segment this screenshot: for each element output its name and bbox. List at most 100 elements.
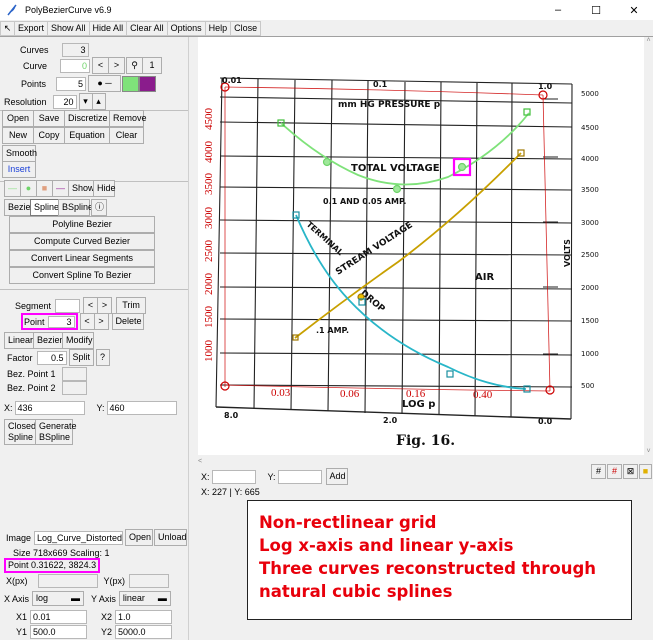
bspline-tab[interactable]: BSpline <box>58 199 93 216</box>
curve-prev-button[interactable]: < <box>92 57 110 74</box>
resolution-down-button[interactable]: ▾ <box>78 93 93 110</box>
square-style-icon[interactable]: ■ <box>36 180 53 197</box>
control-point[interactable] <box>392 184 402 194</box>
convert-linear-segments-button[interactable]: Convert Linear Segments <box>9 250 155 267</box>
segment-prev-button[interactable]: < <box>83 297 99 314</box>
linear-button[interactable]: Linear <box>4 332 34 349</box>
bezier-tab[interactable]: Bezier <box>4 199 34 216</box>
trim-button[interactable]: Trim <box>116 297 147 314</box>
minimize-button[interactable]: – <box>539 0 577 20</box>
smooth-button[interactable]: Smooth <box>2 145 37 162</box>
resolution-field[interactable]: 20 <box>52 94 77 109</box>
point-prev-button[interactable]: < <box>79 313 95 330</box>
modify-button[interactable]: Modify <box>62 332 94 349</box>
tool-icon[interactable]: ↖ <box>0 20 15 36</box>
insert-button[interactable]: Insert <box>2 161 36 178</box>
menu-export[interactable]: Export <box>14 20 49 36</box>
dash-style-icon[interactable]: — <box>52 180 69 197</box>
scroll-left-icon[interactable]: < <box>198 458 202 465</box>
scroll-up-icon[interactable]: ˄ <box>644 37 653 44</box>
x2-field[interactable]: 1.0 <box>115 610 173 624</box>
close-window-button[interactable]: ✕ <box>615 0 653 20</box>
canvas-y-field[interactable] <box>277 469 322 484</box>
x-axis-select[interactable]: log ▬ <box>32 591 85 606</box>
clear-button[interactable]: Clear <box>109 127 144 144</box>
curve-label: Curve <box>23 60 48 71</box>
image-unload-button[interactable]: Unload <box>154 529 188 546</box>
point-style-select[interactable]: ● ─ <box>88 75 122 92</box>
grid-toggle-icon[interactable]: # <box>591 464 606 479</box>
menu-show-all[interactable]: Show All <box>47 20 90 36</box>
point-highlight: Point 3 <box>21 313 78 330</box>
menu-options[interactable]: Options <box>166 20 206 36</box>
segment-next-button[interactable]: > <box>97 297 113 314</box>
amp2-label: .1 AMP. <box>316 326 349 335</box>
y-axis-select[interactable]: linear ▬ <box>118 591 171 606</box>
show-button[interactable]: Show <box>68 180 95 197</box>
y2-field[interactable]: 5000.0 <box>115 625 173 639</box>
resolution-up-button[interactable]: ▴ <box>91 93 106 110</box>
help-button[interactable]: ? <box>95 349 110 366</box>
info-icon[interactable]: ⓘ <box>91 199 107 216</box>
canvas-x-field[interactable] <box>211 469 256 484</box>
control-panel: Curves 3 Curve 0 < > ⚲ 1 Points 5 ● ─ Re… <box>0 37 188 640</box>
closed-spline-button[interactable]: Closed Spline <box>4 419 36 445</box>
remove-button[interactable]: Remove <box>109 110 147 127</box>
curve-next-button[interactable]: > <box>108 57 126 74</box>
red-grid-toggle-icon[interactable]: # <box>607 464 622 479</box>
vertical-scrollbar[interactable]: ˄ ˅ <box>644 37 653 455</box>
image-name-field[interactable]: Log_Curve_Distorted.png <box>34 530 124 545</box>
point-field[interactable]: 3 <box>47 315 75 328</box>
line-color-swatch[interactable] <box>122 75 140 92</box>
seg-bezier-button[interactable]: Bezier <box>33 332 63 349</box>
generate-bspline-button[interactable]: Generate BSpline <box>35 419 77 445</box>
bez-point2-field <box>61 381 87 395</box>
curve-index-field[interactable]: 0 <box>60 58 91 73</box>
segment-field[interactable] <box>55 298 81 313</box>
spline-tab[interactable]: Spline <box>30 199 59 216</box>
menu-close[interactable]: Close <box>230 20 262 36</box>
cursor-readout: X: 227 | Y: 665 <box>201 487 260 497</box>
red-y-tick: 3500 <box>203 173 215 196</box>
drawing-canvas[interactable]: 0.01 0.1 1.0 mm HG PRESSURE p TOTAL VOLT… <box>198 37 652 455</box>
points-field[interactable]: 5 <box>56 76 87 91</box>
y-coord-field[interactable]: 460 <box>106 401 177 415</box>
hide-button[interactable]: Hide <box>93 180 116 197</box>
fill-toggle-icon[interactable]: ■ <box>639 464 652 479</box>
factor-field[interactable]: 0.5 <box>36 350 67 365</box>
split-button[interactable]: Split <box>68 349 94 366</box>
selected-point[interactable] <box>457 162 467 172</box>
open-button[interactable]: Open <box>2 110 34 127</box>
x-coord-field[interactable]: 436 <box>14 401 85 415</box>
add-button[interactable]: Add <box>325 468 348 485</box>
point-color-swatch[interactable] <box>139 75 157 92</box>
x1-field[interactable]: 0.01 <box>30 610 88 624</box>
menu-clear-all[interactable]: Clear All <box>126 20 168 36</box>
curve-number-button[interactable]: 1 <box>142 57 163 74</box>
compute-curved-bezier-button[interactable]: Compute Curved Bezier <box>9 233 155 250</box>
line-style-icon[interactable]: — <box>4 180 21 197</box>
control-point[interactable] <box>322 157 332 167</box>
equation-button[interactable]: Equation <box>64 127 110 144</box>
polyline-bezier-button[interactable]: Polyline Bezier <box>9 216 155 233</box>
menu-help[interactable]: Help <box>204 20 232 36</box>
menu-hide-all[interactable]: Hide All <box>88 20 128 36</box>
copy-button[interactable]: Copy <box>33 127 65 144</box>
convert-spline-to-bezier-button[interactable]: Convert Spline To Bezier <box>9 267 155 284</box>
discretize-button[interactable]: Discretize <box>64 110 110 127</box>
delete-button[interactable]: Delete <box>111 313 144 330</box>
image-open-button[interactable]: Open <box>125 529 154 546</box>
snap-toggle-icon[interactable]: ⊠ <box>623 464 638 479</box>
x-axis-label: X Axis <box>4 593 30 604</box>
new-button[interactable]: New <box>2 127 34 144</box>
save-button[interactable]: Save <box>33 110 65 127</box>
control-point[interactable] <box>446 370 454 378</box>
dot-style-icon[interactable]: ● <box>20 180 37 197</box>
point-next-button[interactable]: > <box>93 313 109 330</box>
maximize-button[interactable]: ☐ <box>577 0 615 20</box>
scroll-down-icon[interactable]: ˅ <box>644 448 653 455</box>
target-icon[interactable]: ⚲ <box>126 57 144 74</box>
horizontal-scrollbar[interactable]: < <box>198 455 644 465</box>
red-x-tick: 0.16 <box>406 388 426 400</box>
y1-field[interactable]: 500.0 <box>30 625 88 639</box>
